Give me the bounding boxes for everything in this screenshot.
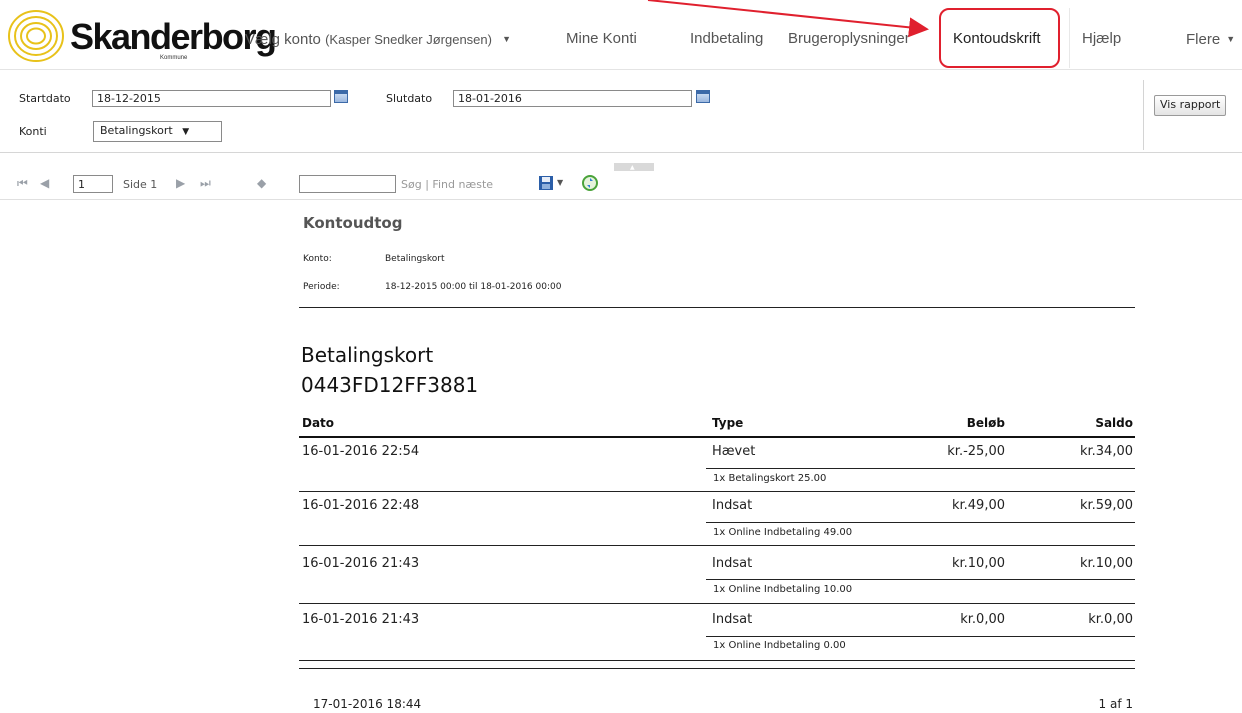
collapse-parameters-handle[interactable]: ▲ bbox=[614, 163, 654, 171]
col-header-amount: Beløb bbox=[966, 416, 1005, 430]
row-amount: kr.-25,00 bbox=[947, 444, 1005, 459]
row-amount: kr.10,00 bbox=[951, 556, 1005, 571]
table-row: 16-01-2016 22:54 Hævet kr.-25,00 kr.34,0… bbox=[299, 438, 1135, 492]
table-bottom-rule-double bbox=[299, 668, 1135, 669]
row-detail: 1x Online Indbetaling 0.00 bbox=[713, 640, 846, 651]
row-balance: kr.59,00 bbox=[1079, 498, 1133, 513]
row-detail: 1x Online Indbetaling 10.00 bbox=[713, 584, 853, 595]
account-select-value: Betalingskort bbox=[100, 124, 173, 137]
report-toolbar bbox=[0, 171, 1242, 200]
header-rule bbox=[299, 307, 1135, 308]
table-bottom-rule bbox=[299, 660, 1135, 661]
meta-period-label: Periode: bbox=[303, 282, 340, 292]
footer-timestamp: 17-01-2016 18:44 bbox=[313, 697, 422, 711]
export-save-icon[interactable] bbox=[537, 174, 555, 192]
col-header-type: Type bbox=[712, 416, 744, 430]
row-balance: kr.10,00 bbox=[1079, 556, 1133, 571]
row-amount: kr.49,00 bbox=[951, 498, 1005, 513]
row-inner-rule bbox=[706, 468, 1135, 469]
panel-separator bbox=[1143, 80, 1144, 150]
row-date: 16-01-2016 22:54 bbox=[302, 444, 420, 459]
calendar-icon[interactable] bbox=[334, 90, 348, 103]
find-text-input[interactable] bbox=[299, 175, 396, 193]
row-inner-rule bbox=[706, 522, 1135, 523]
meta-account-label: Konto: bbox=[303, 254, 332, 264]
export-dropdown-icon[interactable]: ▼ bbox=[557, 178, 563, 187]
first-page-icon[interactable]: ⏮ bbox=[17, 176, 28, 191]
row-type: Indsat bbox=[712, 612, 753, 627]
col-header-balance: Saldo bbox=[1095, 416, 1133, 430]
search-group: Søg | Find næste bbox=[401, 178, 493, 191]
meta-period-value: 18-12-2015 00:00 til 18-01-2016 00:00 bbox=[385, 282, 562, 292]
footer-page-count: 1 af 1 bbox=[1098, 697, 1133, 711]
row-date: 16-01-2016 21:43 bbox=[302, 556, 420, 571]
end-date-input[interactable] bbox=[453, 90, 692, 107]
row-type: Indsat bbox=[712, 556, 753, 571]
row-date: 16-01-2016 22:48 bbox=[302, 498, 420, 513]
row-amount: kr.0,00 bbox=[960, 612, 1005, 627]
table-row: 16-01-2016 21:43 Indsat kr.10,00 kr.10,0… bbox=[299, 546, 1135, 604]
row-detail: 1x Betalingskort 25.00 bbox=[713, 473, 827, 484]
row-type: Indsat bbox=[712, 498, 753, 513]
account-select[interactable]: Betalingskort ▼ bbox=[93, 121, 222, 142]
toolbar-separator: | bbox=[425, 178, 429, 191]
last-page-icon[interactable]: ⏭ bbox=[200, 176, 211, 191]
dropdown-arrow-icon: ▼ bbox=[182, 127, 190, 137]
table-row: 16-01-2016 21:43 Indsat kr.0,00 kr.0,00 … bbox=[299, 604, 1135, 658]
previous-page-icon[interactable]: ◀ bbox=[40, 176, 49, 190]
row-type: Hævet bbox=[712, 444, 756, 459]
account-label: Konti bbox=[19, 125, 47, 138]
next-page-icon[interactable]: ▶ bbox=[176, 176, 185, 190]
row-balance: kr.34,00 bbox=[1079, 444, 1133, 459]
end-date-label: Slutdato bbox=[386, 92, 433, 105]
row-inner-rule bbox=[706, 636, 1135, 637]
search-link[interactable]: Søg bbox=[401, 178, 422, 191]
table-row: 16-01-2016 22:48 Indsat kr.49,00 kr.59,0… bbox=[299, 492, 1135, 546]
row-inner-rule bbox=[706, 579, 1135, 580]
card-id: 0443FD12FF3881 bbox=[301, 373, 479, 397]
start-date-label: Startdato bbox=[19, 92, 71, 105]
card-name: Betalingskort bbox=[301, 343, 434, 367]
row-date: 16-01-2016 21:43 bbox=[302, 612, 420, 627]
col-header-date: Dato bbox=[302, 416, 335, 430]
back-to-parent-icon[interactable]: ◆ bbox=[257, 176, 266, 190]
calendar-icon[interactable] bbox=[696, 90, 710, 103]
start-date-input[interactable] bbox=[92, 90, 331, 107]
report-title: Kontoudtog bbox=[303, 214, 403, 232]
find-next-link[interactable]: Find næste bbox=[432, 178, 493, 191]
row-detail: 1x Online Indbetaling 49.00 bbox=[713, 527, 853, 538]
meta-account-value: Betalingskort bbox=[385, 254, 445, 264]
view-report-button[interactable]: Vis rapport bbox=[1154, 95, 1227, 116]
row-balance: kr.0,00 bbox=[1088, 612, 1133, 627]
refresh-icon[interactable] bbox=[581, 174, 599, 192]
page-number-input[interactable] bbox=[73, 175, 113, 193]
page-indicator: Side 1 bbox=[123, 178, 158, 191]
collapse-arrow-icon: ▲ bbox=[630, 164, 635, 171]
